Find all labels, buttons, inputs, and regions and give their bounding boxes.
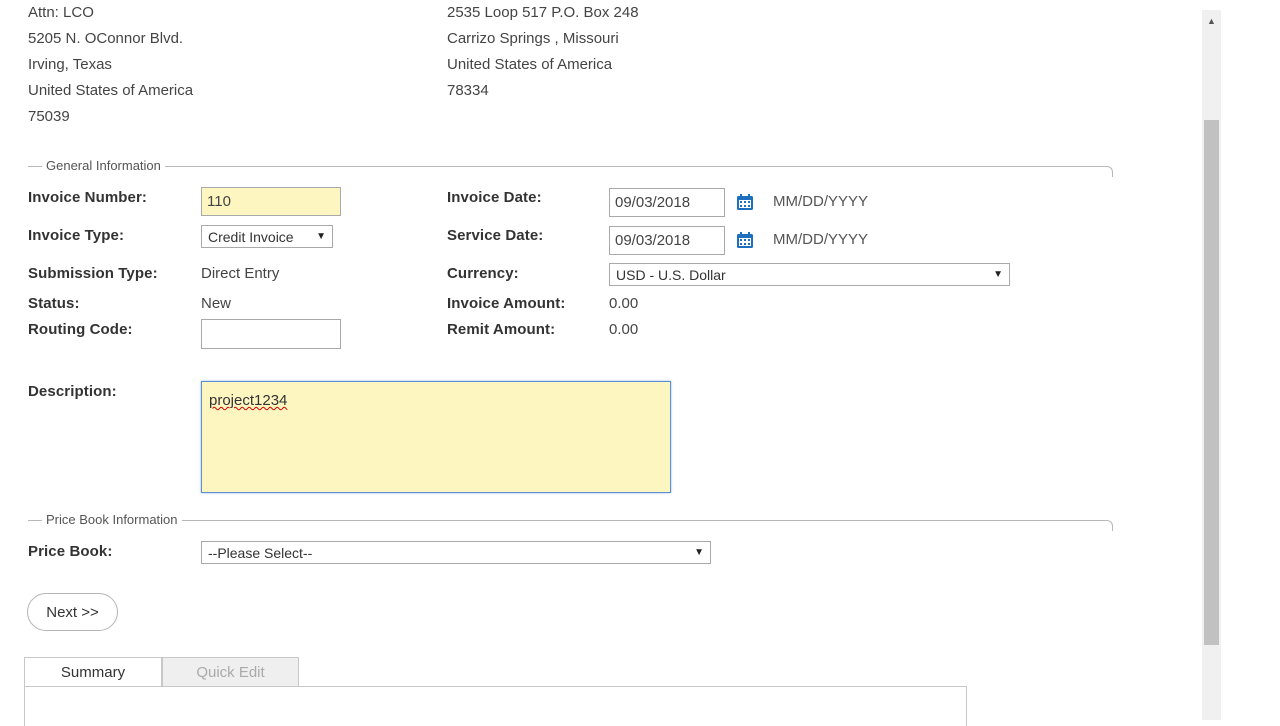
invoice-type-label: Invoice Type: xyxy=(28,227,125,244)
description-label: Description: xyxy=(28,383,117,400)
currency-value: USD - U.S. Dollar xyxy=(616,266,726,283)
chevron-down-icon: ▼ xyxy=(316,231,326,242)
tab-summary[interactable]: Summary xyxy=(24,657,162,687)
legend-rule xyxy=(29,520,41,521)
remit-to-line-4: 78334 xyxy=(447,82,489,99)
price-book-select[interactable]: --Please Select-- ▼ xyxy=(201,541,711,564)
status-value: New xyxy=(201,295,232,312)
remit-to-line-2: Carrizo Springs , Missouri xyxy=(447,30,619,47)
price-book-label: Price Book: xyxy=(28,543,113,560)
bill-to-line-3: Irving, Texas xyxy=(28,56,112,73)
bill-to-line-1: Attn: LCO xyxy=(28,4,94,21)
remit-to-line-1: 2535 Loop 517 P.O. Box 248 xyxy=(447,4,639,21)
bill-to-line-4: United States of America xyxy=(28,82,194,99)
service-date-input[interactable] xyxy=(609,226,725,255)
submission-type-label: Submission Type: xyxy=(28,265,158,282)
routing-code-input[interactable] xyxy=(201,319,341,349)
remit-to-line-3: United States of America xyxy=(447,56,613,73)
chevron-down-icon: ▼ xyxy=(694,547,704,558)
invoice-date-format-hint: MM/DD/YYYY xyxy=(773,193,869,210)
description-textarea[interactable]: project1234 xyxy=(201,381,671,493)
invoice-amount-value: 0.00 xyxy=(609,295,639,312)
invoice-type-select[interactable]: Credit Invoice ▼ xyxy=(201,225,333,248)
price-book-value: --Please Select-- xyxy=(208,544,313,561)
general-information-legend: General Information xyxy=(42,158,165,173)
calendar-icon[interactable] xyxy=(736,231,754,249)
description-text: project1234 xyxy=(209,392,288,409)
next-button[interactable]: Next >> xyxy=(27,593,118,631)
invoice-number-label: Invoice Number: xyxy=(28,189,148,206)
calendar-icon[interactable] xyxy=(736,193,754,211)
bill-to-line-5: 75039 xyxy=(28,108,70,125)
invoice-number-input[interactable] xyxy=(201,187,341,216)
scrollbar-thumb[interactable] xyxy=(1204,120,1219,645)
submission-type-value: Direct Entry xyxy=(201,265,280,282)
routing-code-label: Routing Code: xyxy=(28,321,133,338)
invoice-amount-label: Invoice Amount: xyxy=(447,295,566,312)
price-book-information-legend: Price Book Information xyxy=(42,512,182,527)
tab-quick-edit[interactable]: Quick Edit xyxy=(162,657,299,687)
invoice-type-value: Credit Invoice xyxy=(208,228,294,245)
remit-amount-label: Remit Amount: xyxy=(447,321,556,338)
scroll-up-icon[interactable]: ▲ xyxy=(1202,12,1221,30)
service-date-format-hint: MM/DD/YYYY xyxy=(773,231,869,248)
tab-panel xyxy=(24,686,967,726)
price-book-information-fieldset xyxy=(28,520,1113,531)
currency-label: Currency: xyxy=(447,265,519,282)
status-label: Status: xyxy=(28,295,80,312)
invoice-date-input[interactable] xyxy=(609,188,725,217)
legend-rule xyxy=(29,166,41,167)
general-information-fieldset xyxy=(28,166,1113,177)
bill-to-line-2: 5205 N. OConnor Blvd. xyxy=(28,30,184,47)
remit-amount-value: 0.00 xyxy=(609,321,639,338)
currency-select[interactable]: USD - U.S. Dollar ▼ xyxy=(609,263,1010,286)
chevron-down-icon: ▼ xyxy=(993,269,1003,280)
invoice-date-label: Invoice Date: xyxy=(447,189,542,206)
service-date-label: Service Date: xyxy=(447,227,544,244)
